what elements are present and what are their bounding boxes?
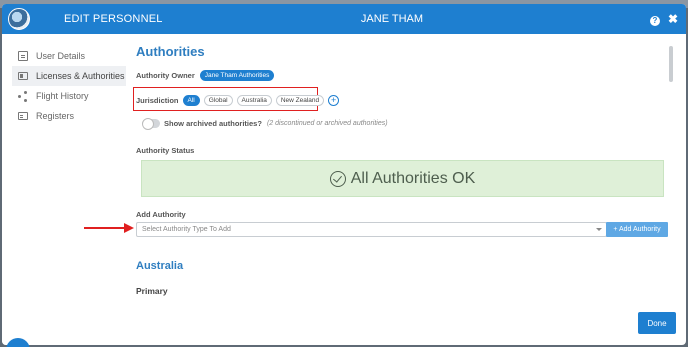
authority-owner-badge[interactable]: Jane Tham Authorities — [199, 70, 275, 81]
content-scrollbar[interactable] — [669, 46, 673, 82]
archived-toggle-row: Show archived authorities? (2 discontinu… — [142, 118, 388, 130]
sidebar: User Details Licenses & Authorities Flig… — [2, 34, 126, 345]
select-placeholder: Select Authority Type To Add — [142, 226, 231, 233]
done-button[interactable]: Done — [638, 312, 676, 334]
edit-personnel-modal: EDIT PERSONNEL JANE THAM ? ✖ User Detail… — [2, 4, 686, 345]
authority-owner-label: Authority Owner — [136, 71, 195, 80]
modal-header: EDIT PERSONNEL JANE THAM ? ✖ — [2, 4, 686, 34]
check-circle-icon — [329, 170, 346, 187]
chevron-down-icon — [596, 228, 602, 231]
archived-toggle[interactable] — [142, 118, 160, 130]
add-jurisdiction-icon[interactable]: + — [328, 95, 340, 106]
authority-owner-row: Authority Owner Jane Tham Authorities — [136, 70, 275, 81]
sidebar-item-user-details[interactable]: User Details — [12, 46, 126, 66]
close-icon[interactable]: ✖ — [668, 12, 678, 26]
add-authority-button[interactable]: + Add Authority — [606, 222, 668, 237]
main-content: Authorities Authority Owner Jane Tham Au… — [126, 34, 668, 300]
page-title: Authorities — [136, 44, 205, 59]
authority-type-select[interactable]: Select Authority Type To Add — [136, 222, 607, 237]
jurisdiction-filter: Jurisdiction All Global Australia New Ze… — [136, 95, 340, 106]
sidebar-item-label: Licenses & Authorities — [36, 71, 125, 81]
register-icon — [18, 112, 28, 120]
sidebar-item-label: User Details — [36, 51, 86, 61]
archived-hint: (2 discontinued or archived authorities) — [266, 120, 388, 127]
jurisdiction-chip-global[interactable]: Global — [203, 95, 233, 106]
authority-status-label: Authority Status — [136, 146, 195, 155]
id-card-icon — [18, 72, 28, 80]
section-title-australia: Australia — [136, 260, 184, 272]
help-icon[interactable]: ? — [650, 16, 660, 26]
sidebar-item-label: Flight History — [36, 91, 89, 101]
status-banner: All Authorities OK — [141, 160, 664, 197]
archived-toggle-label: Show archived authorities? — [164, 119, 262, 128]
sidebar-item-licenses-authorities[interactable]: Licenses & Authorities — [12, 66, 126, 86]
jurisdiction-chip-new-zealand[interactable]: New Zealand — [275, 95, 325, 106]
status-banner-text: All Authorities OK — [350, 169, 476, 187]
red-arrow-annotation — [84, 223, 134, 233]
personnel-name: JANE THAM — [360, 13, 424, 25]
share-icon — [18, 91, 28, 101]
app-logo-icon — [8, 8, 30, 30]
user-details-icon — [18, 51, 28, 61]
jurisdiction-chip-all[interactable]: All — [182, 95, 200, 106]
subsection-title-primary: Primary — [136, 286, 168, 296]
sidebar-item-flight-history[interactable]: Flight History — [12, 86, 126, 106]
jurisdiction-label: Jurisdiction — [136, 96, 179, 105]
modal-title: EDIT PERSONNEL — [64, 13, 163, 25]
sidebar-item-registers[interactable]: Registers — [12, 106, 126, 126]
jurisdiction-chip-australia[interactable]: Australia — [236, 95, 272, 106]
sidebar-item-label: Registers — [36, 111, 75, 121]
add-authority-label: Add Authority — [136, 210, 186, 219]
